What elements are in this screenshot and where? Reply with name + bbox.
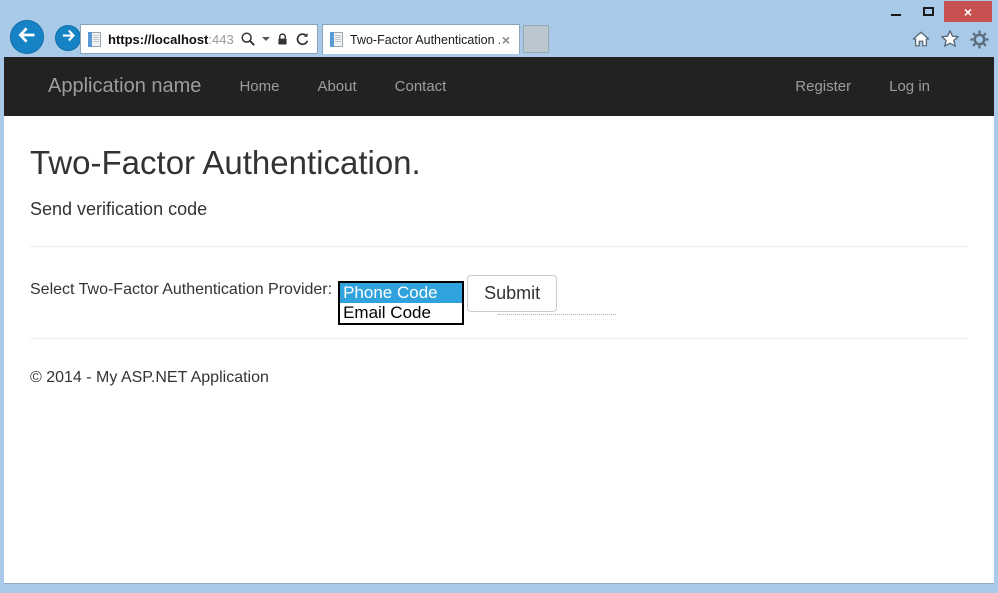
page-subtitle: Send verification code bbox=[30, 199, 968, 220]
forward-arrow-icon bbox=[61, 28, 76, 48]
select-option-phone-code[interactable]: Phone Code bbox=[340, 283, 462, 303]
nav-link-login[interactable]: Log in bbox=[870, 57, 949, 116]
minimize-button[interactable] bbox=[880, 1, 912, 22]
tab-close-icon[interactable]: × bbox=[500, 33, 512, 47]
favorites-star-icon[interactable] bbox=[939, 28, 961, 50]
url-host: https://localhost bbox=[108, 32, 208, 47]
address-bar[interactable]: https://localhost:44305/Acc bbox=[80, 24, 318, 54]
search-icon[interactable] bbox=[240, 31, 256, 47]
provider-select-open-list: Phone Code Email Code bbox=[338, 281, 464, 325]
navbar-links-left: Home About Contact bbox=[220, 57, 465, 116]
url-text: https://localhost:44305/Acc bbox=[108, 32, 234, 47]
nav-link-home[interactable]: Home bbox=[220, 57, 298, 116]
tab-title: Two-Factor Authentication ... bbox=[350, 33, 500, 47]
back-arrow-icon bbox=[17, 25, 37, 50]
page-content: Two-Factor Authentication. Send verifica… bbox=[4, 116, 994, 584]
browser-tab[interactable]: Two-Factor Authentication ... × bbox=[322, 24, 520, 54]
nav-link-register[interactable]: Register bbox=[776, 57, 870, 116]
focus-outline-dots bbox=[498, 314, 616, 315]
minimize-icon bbox=[891, 14, 901, 16]
lock-icon[interactable] bbox=[276, 33, 289, 46]
footer-divider bbox=[30, 338, 968, 339]
select-option-email-code[interactable]: Email Code bbox=[340, 303, 462, 323]
home-icon[interactable] bbox=[910, 28, 932, 50]
nav-link-contact[interactable]: Contact bbox=[376, 57, 466, 116]
new-tab-button[interactable] bbox=[523, 25, 549, 53]
submit-button[interactable]: Submit bbox=[467, 275, 557, 312]
search-dropdown-caret-icon[interactable] bbox=[262, 37, 270, 41]
page-title: Two-Factor Authentication. bbox=[30, 144, 968, 182]
close-icon: × bbox=[964, 5, 972, 19]
back-button[interactable] bbox=[10, 20, 44, 54]
divider bbox=[30, 246, 968, 247]
forward-button[interactable] bbox=[55, 25, 81, 51]
window-controls: × bbox=[880, 1, 992, 22]
url-path: :44305/Acc bbox=[208, 32, 234, 47]
maximize-icon bbox=[923, 7, 934, 16]
provider-form-row: Select Two-Factor Authentication Provide… bbox=[30, 275, 968, 312]
page-favicon-icon bbox=[88, 32, 101, 47]
site-navbar: Application name Home About Contact Regi… bbox=[4, 57, 994, 116]
browser-toolbar-icons bbox=[910, 28, 990, 50]
navbar-links-right: Register Log in bbox=[776, 57, 949, 116]
close-window-button[interactable]: × bbox=[944, 1, 992, 22]
provider-select-label: Select Two-Factor Authentication Provide… bbox=[30, 275, 332, 299]
nav-link-about[interactable]: About bbox=[298, 57, 375, 116]
maximize-button[interactable] bbox=[912, 1, 944, 22]
navbar-brand[interactable]: Application name bbox=[48, 57, 201, 116]
settings-gear-icon[interactable] bbox=[968, 28, 990, 50]
tab-favicon-icon bbox=[330, 32, 343, 47]
refresh-icon[interactable] bbox=[295, 32, 310, 47]
browser-window: × https://localhost:44305/Acc Two-Factor… bbox=[0, 0, 998, 593]
footer-copyright: © 2014 - My ASP.NET Application bbox=[30, 369, 968, 387]
